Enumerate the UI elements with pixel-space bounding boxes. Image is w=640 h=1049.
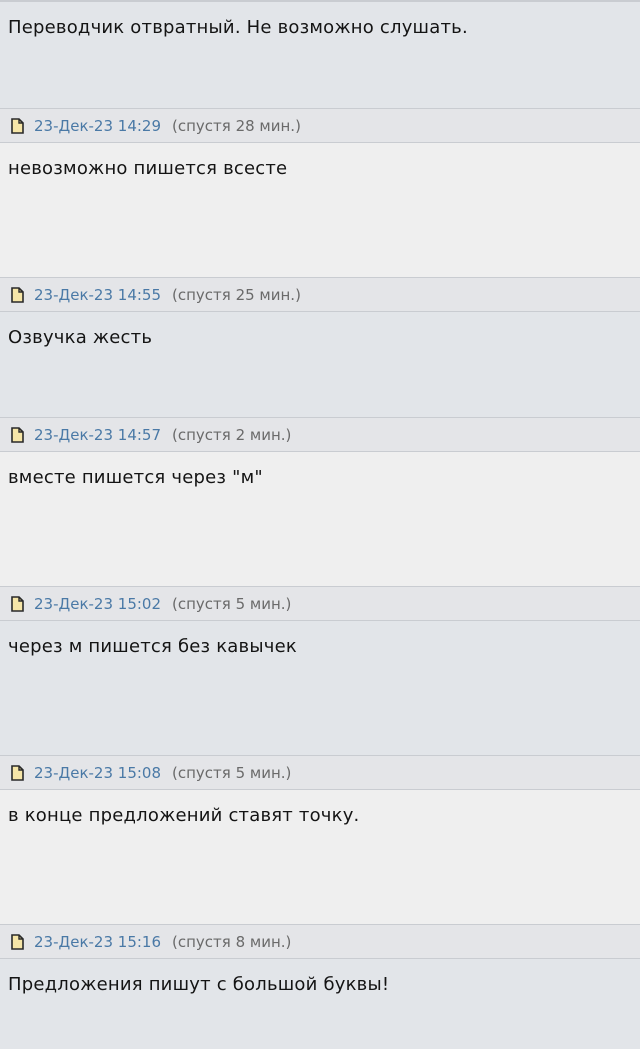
post-date-link[interactable]: 23-Дек-23 14:29 <box>34 117 161 135</box>
post-header: 23-Дек-23 15:02 (спустя 5 мин.) <box>0 586 640 621</box>
post-header: 23-Дек-23 15:08 (спустя 5 мин.) <box>0 755 640 790</box>
post-header: 23-Дек-23 14:29 (спустя 28 мин.) <box>0 108 640 143</box>
post-body: через м пишется без кавычек <box>0 621 640 755</box>
post-text: через м пишется без кавычек <box>8 636 297 657</box>
post-text: Озвучка жесть <box>8 327 153 348</box>
post-body: Предложения пишут с большой буквы! <box>0 959 640 1049</box>
post-text: в конце предложений ставят точку. <box>8 805 360 826</box>
forum-thread: Переводчик отвратный. Не возможно слушат… <box>0 0 640 1049</box>
post-header: 23-Дек-23 14:55 (спустя 25 мин.) <box>0 277 640 312</box>
post-elapsed: (спустя 25 мин.) <box>172 285 301 304</box>
post-body: в конце предложений ставят точку. <box>0 790 640 924</box>
post-elapsed: (спустя 2 мин.) <box>172 425 292 444</box>
post-date-link[interactable]: 23-Дек-23 15:16 <box>34 933 161 951</box>
post-body: Переводчик отвратный. Не возможно слушат… <box>0 2 640 108</box>
post-text: вместе пишется через "м" <box>8 467 263 488</box>
document-icon[interactable] <box>10 426 25 443</box>
post-date-link[interactable]: 23-Дек-23 15:08 <box>34 764 161 782</box>
post-text: невозможно пишется всесте <box>8 158 288 179</box>
post-elapsed: (спустя 8 мин.) <box>172 932 292 951</box>
document-icon[interactable] <box>10 595 25 612</box>
post-text: Переводчик отвратный. Не возможно слушат… <box>8 17 468 38</box>
post-header: 23-Дек-23 14:57 (спустя 2 мин.) <box>0 417 640 452</box>
document-icon[interactable] <box>10 764 25 781</box>
post-body: вместе пишется через "м" <box>0 452 640 586</box>
document-icon[interactable] <box>10 286 25 303</box>
post-date-link[interactable]: 23-Дек-23 14:55 <box>34 286 161 304</box>
post-header: 23-Дек-23 15:16 (спустя 8 мин.) <box>0 924 640 959</box>
document-icon[interactable] <box>10 933 25 950</box>
post-text: Предложения пишут с большой буквы! <box>8 974 390 995</box>
post-body: Озвучка жесть <box>0 312 640 417</box>
post-elapsed: (спустя 28 мин.) <box>172 116 301 135</box>
document-icon[interactable] <box>10 117 25 134</box>
post-body: невозможно пишется всесте <box>0 143 640 277</box>
post-date-link[interactable]: 23-Дек-23 15:02 <box>34 595 161 613</box>
post-elapsed: (спустя 5 мин.) <box>172 594 292 613</box>
post-elapsed: (спустя 5 мин.) <box>172 763 292 782</box>
post-date-link[interactable]: 23-Дек-23 14:57 <box>34 426 161 444</box>
